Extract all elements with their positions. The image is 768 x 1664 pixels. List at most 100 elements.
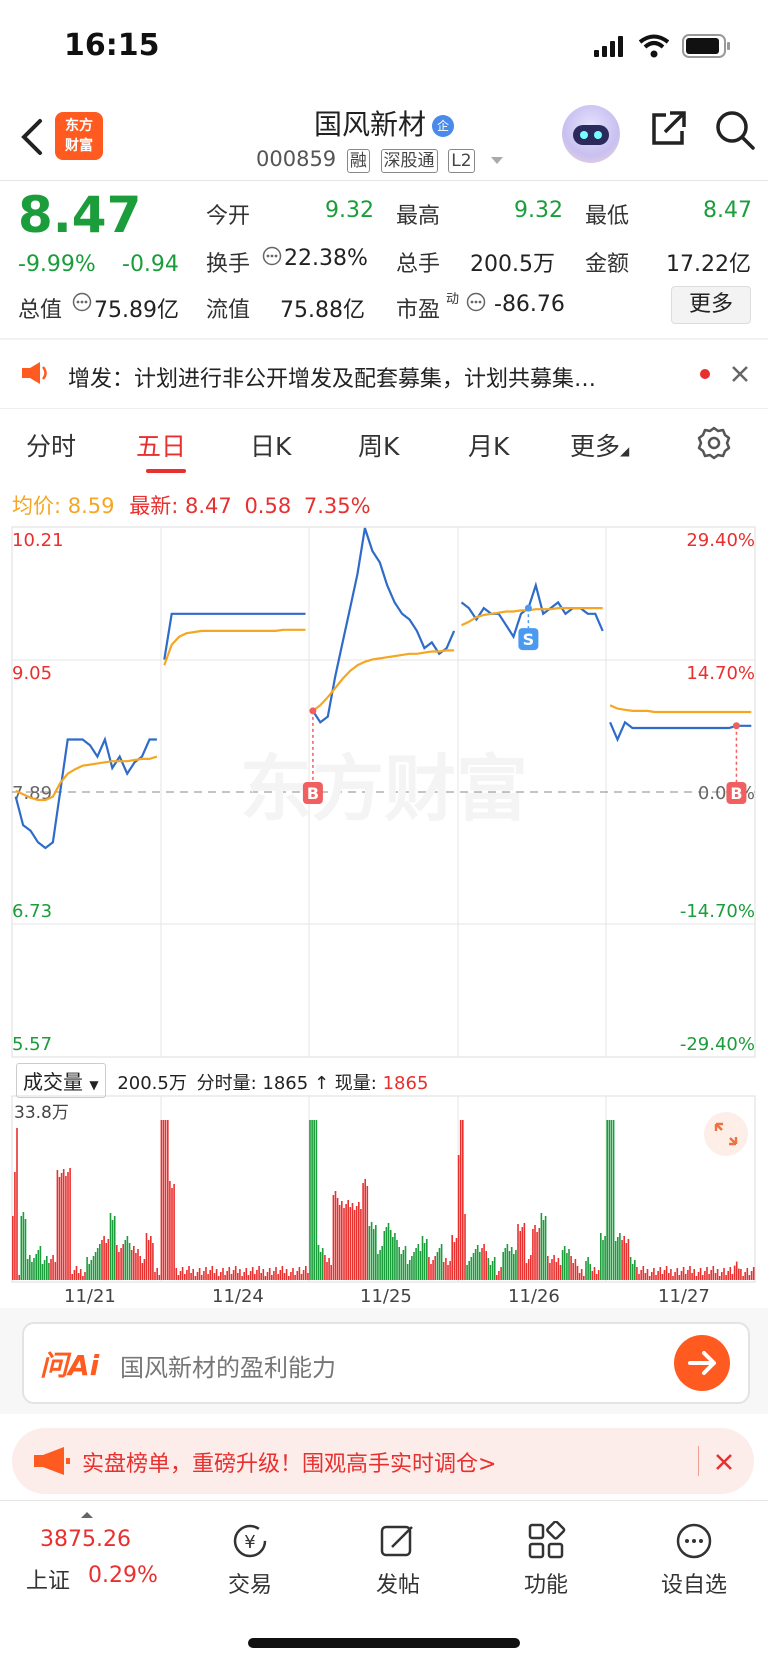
nav-functions[interactable]: 功能 bbox=[486, 1520, 606, 1599]
stock-code: 000859 bbox=[256, 147, 337, 171]
volume-bar bbox=[251, 1267, 254, 1280]
volume-bar bbox=[409, 1260, 411, 1280]
volume-bar bbox=[725, 1275, 727, 1280]
volume-bar bbox=[462, 1120, 464, 1280]
volume-bar bbox=[154, 1272, 156, 1280]
volume-bar bbox=[105, 1243, 107, 1280]
volume-bar bbox=[549, 1263, 551, 1280]
stock-code-row[interactable]: 000859 融 深股通 L2 bbox=[256, 147, 505, 173]
volume-bar bbox=[500, 1267, 502, 1280]
nav-watchlist[interactable]: 设自选 bbox=[634, 1521, 754, 1599]
volume-bar bbox=[343, 1208, 345, 1280]
nav-post[interactable]: 发帖 bbox=[338, 1521, 458, 1599]
stock-name[interactable]: 国风新材企 bbox=[200, 103, 568, 143]
volume-bar bbox=[164, 1120, 167, 1280]
volume-bar bbox=[434, 1256, 436, 1280]
search-icon[interactable] bbox=[714, 109, 756, 151]
volume-bar bbox=[704, 1271, 706, 1280]
ai-assistant-avatar[interactable] bbox=[562, 105, 620, 163]
volume-bar bbox=[258, 1266, 260, 1280]
volume-bar bbox=[152, 1243, 154, 1280]
volume-bar bbox=[585, 1261, 587, 1280]
more-dots-icon bbox=[676, 1523, 712, 1559]
volume-bar bbox=[67, 1172, 69, 1280]
volume-bar bbox=[228, 1267, 231, 1280]
volume-bar bbox=[453, 1242, 456, 1280]
expand-button[interactable] bbox=[704, 1112, 748, 1156]
y-right-label: -14.70% bbox=[680, 901, 755, 922]
volume-bar bbox=[143, 1259, 146, 1280]
nav-trade[interactable]: ¥ 交易 bbox=[190, 1521, 310, 1599]
volume-bar bbox=[358, 1202, 360, 1280]
volume-bar bbox=[423, 1243, 426, 1280]
volume-bar bbox=[642, 1266, 645, 1280]
volume-bar bbox=[50, 1259, 52, 1280]
logo-text-2: 财富 bbox=[65, 138, 93, 154]
tab-weekly-k[interactable]: 周K bbox=[358, 427, 399, 463]
gear-icon[interactable] bbox=[696, 425, 732, 461]
volume-bar bbox=[682, 1267, 685, 1280]
ask-submit-button[interactable] bbox=[674, 1335, 730, 1391]
volume-bar bbox=[561, 1250, 564, 1280]
speaker-icon bbox=[22, 362, 47, 384]
volume-bar bbox=[712, 1266, 715, 1280]
volume-bar bbox=[428, 1257, 430, 1280]
marker-label: S bbox=[523, 630, 535, 649]
info-icon[interactable] bbox=[466, 292, 486, 312]
y-left-label: 5.57 bbox=[12, 1034, 52, 1055]
volume-bar bbox=[481, 1248, 483, 1280]
info-icon[interactable] bbox=[72, 292, 92, 312]
volume-bar bbox=[411, 1256, 413, 1280]
notice-bar[interactable]: 增发：计划进行非公开增发及配套募集，计划共募集… bbox=[0, 340, 768, 408]
ask-ai-input[interactable]: 国风新材的盈利能力 bbox=[120, 1348, 336, 1383]
volume-bar bbox=[173, 1184, 175, 1280]
close-icon[interactable] bbox=[730, 364, 750, 384]
volume-bar bbox=[319, 1252, 322, 1280]
volume-bar bbox=[275, 1267, 277, 1280]
volume-bar bbox=[636, 1267, 638, 1280]
volume-bar bbox=[631, 1264, 634, 1280]
volume-bar bbox=[752, 1267, 755, 1280]
tab-intraday[interactable]: 分时 bbox=[26, 427, 76, 463]
volume-bar bbox=[377, 1254, 379, 1280]
volume-bar bbox=[237, 1273, 239, 1280]
volume-bar bbox=[226, 1271, 228, 1280]
volume-bar bbox=[663, 1270, 666, 1280]
tab-monthly-k[interactable]: 月K bbox=[468, 427, 509, 463]
volume-bar bbox=[243, 1272, 245, 1280]
volume-bar bbox=[366, 1186, 369, 1280]
share-icon[interactable] bbox=[648, 109, 688, 149]
nav-post-label: 发帖 bbox=[375, 1573, 420, 1598]
volume-bar bbox=[519, 1231, 521, 1280]
more-quote-button[interactable]: 更多 bbox=[671, 286, 751, 324]
volume-bar bbox=[326, 1262, 328, 1280]
five-day-chart[interactable]: 东方财富 10.21 9.05 7.89 6.73 5.57 29.40% 14… bbox=[0, 520, 768, 1290]
volume-bar bbox=[525, 1263, 528, 1280]
volume-bar bbox=[120, 1248, 122, 1280]
volume-bar bbox=[445, 1258, 447, 1280]
index-widget[interactable]: 3875.26 上证 0.29% bbox=[0, 1501, 170, 1611]
battery-icon bbox=[682, 34, 730, 58]
date-label: 11/27 bbox=[658, 1286, 710, 1307]
volume-bar bbox=[693, 1269, 695, 1280]
volume-bar bbox=[224, 1275, 226, 1280]
volume-bar bbox=[557, 1258, 560, 1280]
back-icon[interactable] bbox=[14, 115, 50, 159]
tab-more[interactable]: 更多◢ bbox=[570, 427, 629, 463]
volume-bar bbox=[158, 1275, 161, 1280]
volume-bar bbox=[171, 1188, 173, 1280]
volume-indicator-select[interactable]: 成交量 ▼ bbox=[16, 1063, 106, 1098]
volume-bar bbox=[568, 1249, 570, 1280]
volume-bar bbox=[84, 1272, 86, 1280]
tab-daily-k[interactable]: 日K bbox=[250, 427, 291, 463]
volume-bar bbox=[606, 1120, 608, 1280]
volume-bar bbox=[750, 1271, 753, 1280]
close-icon[interactable] bbox=[714, 1452, 734, 1472]
ask-ai-box[interactable]: 问Ai 国风新材的盈利能力 bbox=[22, 1322, 750, 1404]
promo-banner[interactable]: 实盘榜单，重磅升级！围观高手实时调仓> bbox=[12, 1428, 754, 1494]
y-left-label: 9.05 bbox=[12, 663, 52, 684]
volume-bar bbox=[133, 1246, 135, 1280]
info-icon[interactable] bbox=[262, 246, 282, 266]
volume-bar bbox=[701, 1275, 704, 1280]
tab-five-day[interactable]: 五日 bbox=[136, 427, 186, 463]
